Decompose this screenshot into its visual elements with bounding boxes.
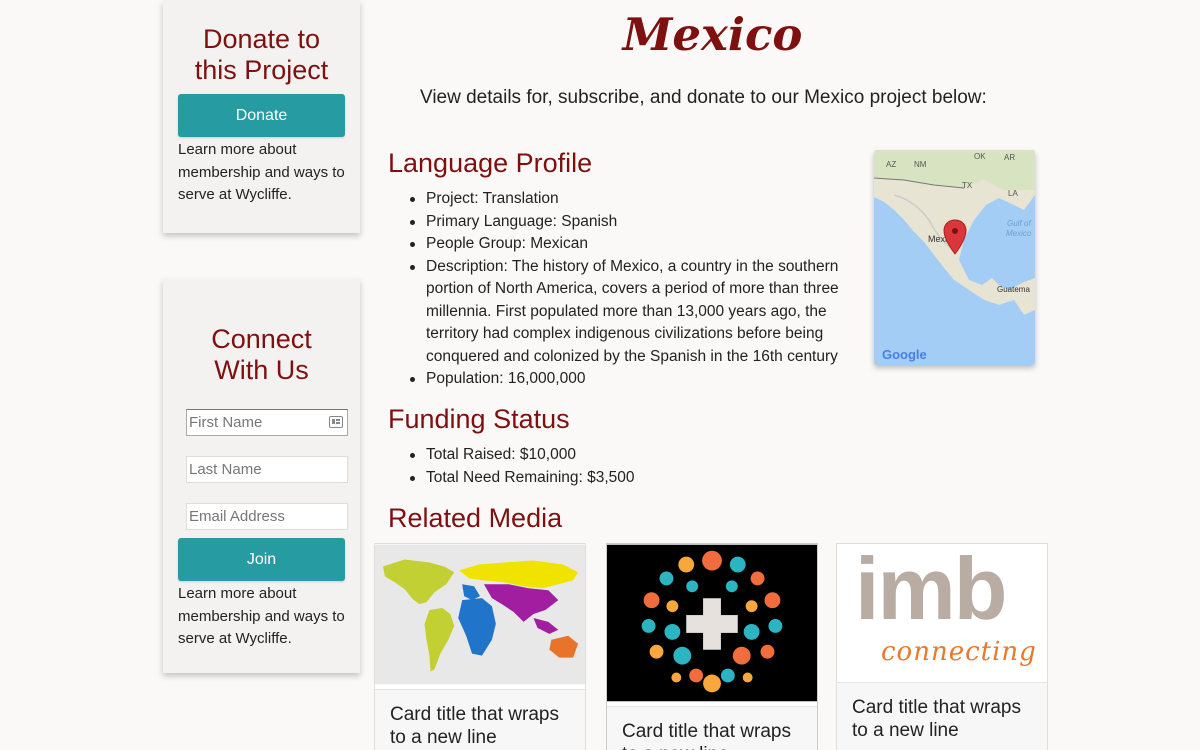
list-item: Total Raised: $10,000 [408, 444, 858, 467]
media-card[interactable]: imb connecting Card title that wraps to … [836, 543, 1048, 750]
page-title: Mexico [622, 8, 803, 61]
donate-learn-more[interactable]: Learn more about membership and ways to … [178, 139, 345, 207]
media-card-title[interactable]: Card title that wraps to a new line [607, 706, 817, 750]
email-field[interactable]: Email Address [186, 503, 348, 530]
world-map-image [375, 544, 585, 685]
location-map[interactable]: AZ OK AR NM TX LA Gulf of Mexico Mexi Gu… [874, 150, 1035, 365]
media-card-title[interactable]: Card title that wraps to a new line [837, 682, 1047, 750]
join-button[interactable]: Join [178, 538, 345, 581]
google-logo: Google [882, 347, 927, 362]
list-item: People Group: Mexican [408, 233, 858, 256]
map-label: Gulf of [1007, 219, 1031, 228]
list-item: Description: The history of Mexico, a co… [408, 256, 858, 369]
media-card-title[interactable]: Card title that wraps to a new line [375, 689, 585, 750]
connect-heading: Connect With Us [211, 324, 312, 385]
last-name-placeholder: Last Name [189, 461, 262, 478]
last-name-field[interactable]: Last Name [186, 456, 348, 483]
first-name-field[interactable]: First Name [186, 409, 348, 436]
imb-logo-text: imb [855, 543, 1007, 638]
list-item: Population: 16,000,000 [408, 368, 858, 391]
first-name-placeholder: First Name [189, 414, 263, 431]
media-card[interactable]: Card title that wraps to a new line [606, 543, 818, 750]
connect-card: Connect With Us First Name Last Name Ema… [163, 279, 360, 673]
list-item: Primary Language: Spanish [408, 211, 858, 234]
imb-logo-image: imb connecting [837, 544, 1047, 682]
media-card[interactable]: Card title that wraps to a new line [374, 543, 586, 750]
map-label: AZ [886, 160, 896, 169]
page-intro: View details for, subscribe, and donate … [420, 87, 987, 108]
donate-button[interactable]: Donate [178, 94, 345, 137]
map-label: AR [1004, 153, 1015, 162]
contact-card-icon[interactable] [329, 416, 343, 428]
funding-list: Total Raised: $10,000 Total Need Remaini… [408, 444, 858, 489]
funding-heading: Funding Status [388, 404, 570, 434]
map-label: OK [974, 152, 986, 161]
map-label: LA [1008, 189, 1018, 198]
map-label: Mexico [1006, 229, 1032, 238]
list-item: Total Need Remaining: $3,500 [408, 467, 858, 490]
map-label: Mexi [928, 234, 947, 244]
map-graphic: AZ OK AR NM TX LA Gulf of Mexico Mexi Gu… [874, 150, 1035, 365]
dots-cross-image [607, 544, 817, 702]
language-profile-heading: Language Profile [388, 148, 593, 178]
language-profile-list: Project: Translation Primary Language: S… [408, 188, 858, 391]
imb-logo-subtext: connecting [881, 637, 1037, 667]
list-item: Project: Translation [408, 188, 858, 211]
map-label: Guatema [997, 285, 1030, 294]
email-placeholder: Email Address [189, 508, 285, 525]
map-label: NM [914, 160, 927, 169]
media-heading: Related Media [388, 503, 563, 533]
connect-learn-more[interactable]: Learn more about membership and ways to … [178, 583, 345, 651]
map-label: TX [962, 181, 973, 190]
